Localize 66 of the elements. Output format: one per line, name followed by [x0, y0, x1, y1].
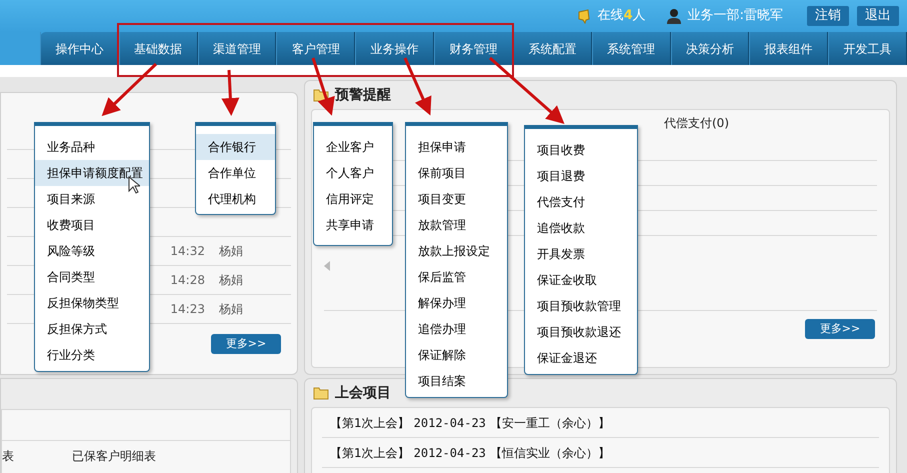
more-button[interactable]: 更多>> [211, 334, 281, 354]
online-count: 在线4人 [598, 7, 646, 26]
menu-item[interactable]: 项目来源 [35, 186, 149, 212]
folder-icon [313, 386, 329, 400]
menu-item[interactable]: 追偿办理 [406, 316, 507, 342]
menu-item[interactable]: 合作银行 [196, 134, 275, 160]
more-button[interactable]: 更多>> [805, 319, 875, 339]
menu-item[interactable]: 保证金收取 [525, 267, 637, 293]
meeting-round: 【第1次上会】 [330, 444, 410, 462]
menu-item[interactable]: 项目变更 [406, 186, 507, 212]
row-time: 14:32 [170, 243, 205, 260]
row-author: 杨娟 [219, 272, 243, 289]
menu-item[interactable]: 反担保物类型 [35, 290, 149, 316]
menu-item[interactable]: 保前项目 [406, 160, 507, 186]
header-button[interactable]: 注销 [807, 6, 849, 26]
menu-item[interactable]: 放款上报设定 [406, 238, 507, 264]
row-author: 杨娟 [219, 301, 243, 318]
menu-item[interactable]: 保证金退还 [525, 345, 637, 371]
header-button[interactable]: 退出 [857, 6, 899, 26]
menu-item[interactable]: 企业客户 [314, 134, 392, 160]
row-time: 14:28 [170, 272, 205, 289]
user-name: 业务一部:雷晓军 [688, 7, 783, 26]
menu-item[interactable]: 代理机构 [196, 186, 275, 212]
bell-icon [576, 8, 592, 24]
annotation-arrow [404, 57, 432, 116]
meeting-round: 【第1次上会】 [330, 414, 410, 432]
menu-item[interactable]: 担保申请 [406, 134, 507, 160]
menu-item[interactable]: 项目预收款退还 [525, 319, 637, 345]
menu-item[interactable]: 担保申请额度配置 [35, 160, 149, 186]
warning-tab[interactable]: 代偿支付(0) [664, 114, 729, 132]
meeting-date: 2012-04-23 [414, 414, 486, 432]
table-cell-text: 表 [2, 448, 15, 464]
meeting-project[interactable]: 【恒信实业（余心）】 [490, 444, 610, 462]
menu-item[interactable]: 追偿收款 [525, 215, 637, 241]
menu-item[interactable]: 合同类型 [35, 264, 149, 290]
panel-title: 上会项目 [335, 384, 391, 402]
menu-item[interactable]: 开具发票 [525, 241, 637, 267]
annotation-arrow [221, 70, 240, 116]
scroll-left-icon[interactable] [324, 261, 330, 271]
menu-item[interactable]: 保后监管 [406, 264, 507, 290]
menu-item[interactable]: 业务品种 [35, 134, 149, 160]
menu-item[interactable]: 项目退费 [525, 163, 637, 189]
table-cell-text: 已保客户明细表 [72, 448, 156, 464]
menu-item[interactable]: 个人客户 [314, 160, 392, 186]
menu-item[interactable]: 项目结案 [406, 368, 507, 394]
user-icon [666, 8, 682, 24]
annotation-arrow [312, 58, 335, 116]
menu-item[interactable]: 信用评定 [314, 186, 392, 212]
row-time: 14:23 [170, 301, 205, 318]
menu-item[interactable]: 放款管理 [406, 212, 507, 238]
menu-item[interactable]: 共享申请 [314, 212, 392, 238]
menu-item[interactable]: 反担保方式 [35, 316, 149, 342]
menu-item[interactable]: 收费项目 [35, 212, 149, 238]
menu-item[interactable]: 项目收费 [525, 137, 637, 163]
panel-title: 预警提醒 [335, 86, 391, 104]
menu-item[interactable]: 解保办理 [406, 290, 507, 316]
menu-item[interactable]: 行业分类 [35, 342, 149, 368]
menu-item[interactable]: 合作单位 [196, 160, 275, 186]
menu-item[interactable]: 项目预收款管理 [525, 293, 637, 319]
menu-item[interactable]: 保证解除 [406, 342, 507, 368]
row-author: 杨娟 [219, 243, 243, 260]
menu-item[interactable]: 风险等级 [35, 238, 149, 264]
menu-item[interactable]: 代偿支付 [525, 189, 637, 215]
meeting-date: 2012-04-23 [414, 444, 486, 462]
meeting-project[interactable]: 【安一重工（余心）】 [490, 414, 610, 432]
annotation-arrow [102, 62, 158, 116]
